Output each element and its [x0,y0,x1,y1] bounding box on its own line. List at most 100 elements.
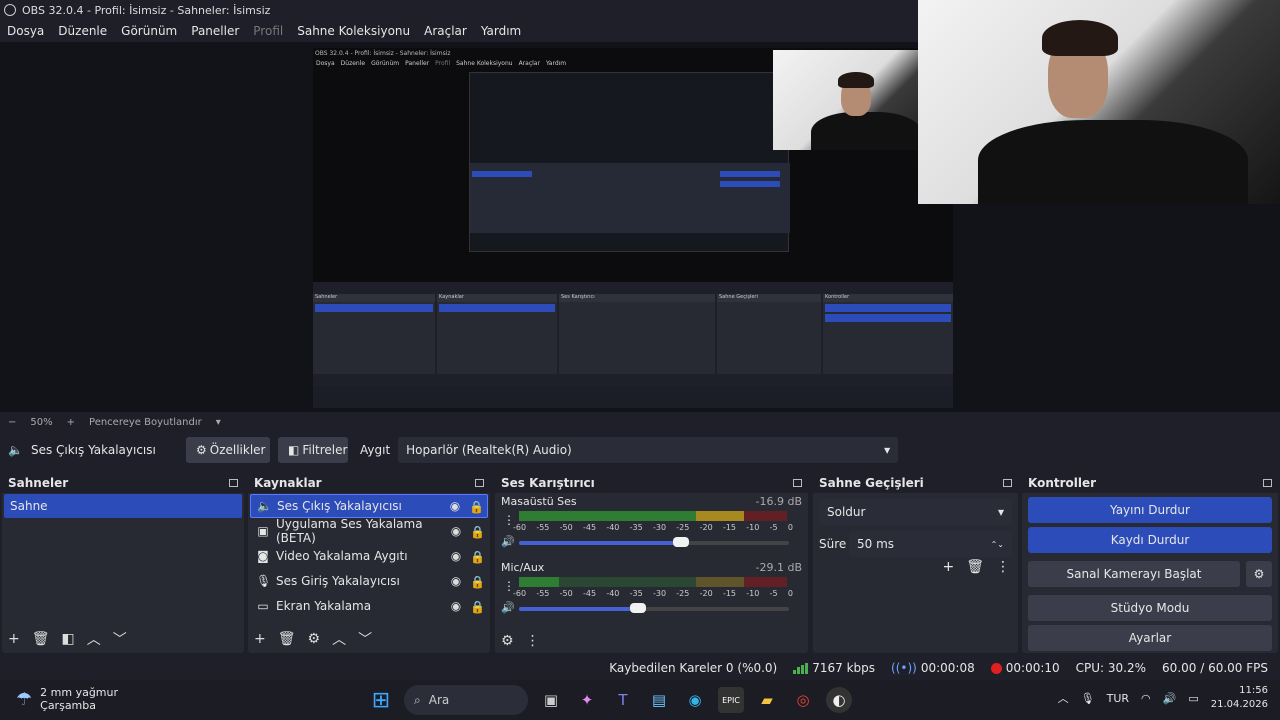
meter-tick-label: -40 [606,523,620,532]
zoom-in-button[interactable]: + [67,417,75,428]
lock-icon[interactable]: 🔒 [470,600,485,614]
recursive-selection [472,171,532,177]
taskbar-search[interactable]: ⌕ Ara [404,685,528,715]
language-indicator[interactable]: TUR [1107,692,1129,705]
chevron-up-icon[interactable]: ︿ [332,629,346,649]
scene-item[interactable]: Sahne [4,494,242,518]
chevron-up-icon[interactable]: ︿ [87,629,101,649]
device-select[interactable]: Hoparlör (Realtek(R) Audio) ▾ [398,437,899,463]
visibility-icon[interactable]: ◉ [448,599,464,613]
undock-icon[interactable] [1003,479,1012,487]
properties-button[interactable]: ⚙ Özellikler [186,437,270,463]
menu-docks[interactable]: Paneller [191,24,239,38]
source-item[interactable]: 🔈 Ses Çıkış Yakalayıcısı ◉ 🔒 [250,494,488,518]
menu-file[interactable]: Dosya [7,24,44,38]
source-item[interactable]: ▣ Uygulama Ses Yakalama (BETA) ◉ 🔒 [250,517,488,545]
source-item[interactable]: ◙ Video Yakalama Aygıtı ◉ 🔒 [250,544,488,568]
chrome-icon[interactable]: ◎ [790,687,816,713]
epic-games-icon[interactable]: EPIC [718,687,744,713]
trash-icon[interactable]: 🗑 [278,631,296,647]
menu-edit[interactable]: Düzenle [58,24,107,38]
trash-icon[interactable]: 🗑 [32,631,50,647]
menu-view[interactable]: Görünüm [121,24,177,38]
slider-handle[interactable] [673,537,689,547]
slider-handle[interactable] [629,603,646,613]
duration-spinbox[interactable]: 50 ms ⌃⌄ [849,531,1012,557]
meter-tick-label: -5 [769,589,778,598]
edge-icon[interactable]: ◉ [682,687,708,713]
volume-icon[interactable]: 🔊 [1163,692,1177,705]
microphone-icon[interactable]: 🎙 [1081,692,1095,705]
spin-arrows-icon[interactable]: ⌃⌄ [991,540,1004,549]
preview-canvas[interactable]: OBS 32.0.4 - Profil: İsimsiz - Sahneler:… [313,48,953,408]
windows-start-icon[interactable]: ⊞ [368,687,394,713]
file-explorer-icon[interactable]: ▰ [754,687,780,713]
volume-meter [519,577,787,587]
chevron-down-icon[interactable]: ▾ [216,417,221,428]
trash-icon[interactable]: 🗑 [966,559,984,575]
filters-button[interactable]: ◧ Filtreler [278,437,348,463]
undock-icon[interactable] [1263,479,1272,487]
more-icon[interactable]: ⋮ [996,559,1010,575]
visibility-icon[interactable]: ◉ [447,499,463,513]
lock-icon[interactable]: 🔒 [469,500,484,514]
menu-tools[interactable]: Araçlar [424,24,467,38]
teams-icon[interactable]: T [610,687,636,713]
lock-icon[interactable]: 🔒 [470,550,485,564]
visibility-icon[interactable]: ◉ [448,574,464,588]
notepad-icon[interactable]: ▤ [646,687,672,713]
chevron-up-icon[interactable]: ︿ [1058,690,1069,706]
gear-icon[interactable]: ⚙ [308,631,321,647]
chevron-down-icon[interactable]: ﹀ [113,629,127,649]
nested-menu-item: Sahne Koleksiyonu [456,60,513,67]
source-label: Ekran Yakalama [276,599,372,613]
search-label: Ara [428,693,450,707]
settings-button[interactable]: Ayarlar [1028,625,1272,651]
undock-icon[interactable] [475,479,484,487]
fit-to-window[interactable]: Pencereye Boyutlandır [89,417,202,428]
stop-streaming-button[interactable]: Yayını Durdur [1028,497,1272,523]
add-icon[interactable]: + [8,631,20,647]
lock-icon[interactable]: 🔒 [470,575,485,589]
speaker-icon[interactable]: 🔊 [501,535,515,548]
task-view-icon[interactable]: ▣ [538,687,564,713]
source-item[interactable]: ▭ Ekran Yakalama ◉ 🔒 [250,594,488,618]
obs-taskbar-icon[interactable]: ◐ [826,687,852,713]
scene-filters-icon[interactable]: ◧ [62,631,75,647]
copilot-icon[interactable]: ✦ [574,687,600,713]
menu-help[interactable]: Yardım [481,24,521,38]
studio-mode-button[interactable]: Stüdyo Modu [1028,595,1272,621]
virtual-camera-settings-icon[interactable]: ⚙ [1246,561,1272,587]
preview-area[interactable]: OBS 32.0.4 - Profil: İsimsiz - Sahneler:… [0,0,1280,412]
undock-icon[interactable] [793,479,802,487]
wifi-icon[interactable]: ◠ [1141,692,1151,705]
undock-icon[interactable] [229,479,238,487]
zoom-out-button[interactable]: − [8,417,16,428]
visibility-icon[interactable]: ◉ [448,524,464,538]
source-item[interactable]: 🎙 Ses Giriş Yakalayıcısı ◉ 🔒 [250,569,488,593]
weather-widget[interactable]: ☂ 2 mm yağmur Çarşamba [16,686,118,712]
speaker-icon[interactable]: 🔊 [501,601,515,614]
add-icon[interactable]: + [254,631,266,647]
battery-icon[interactable]: ▭ [1188,692,1198,705]
start-virtual-camera-button[interactable]: Sanal Kamerayı Başlat [1028,561,1240,587]
nested-menu: Dosya Düzenle Görünüm Paneller Profil Sa… [316,60,566,67]
chevron-down-icon[interactable]: ﹀ [358,629,372,649]
stop-recording-button[interactable]: Kaydı Durdur [1028,527,1272,553]
menu-scene-collection[interactable]: Sahne Koleksiyonu [297,24,410,38]
visibility-icon[interactable]: ◉ [448,549,464,563]
transition-select[interactable]: Soldur ▾ [819,499,1012,525]
clock[interactable]: 11:56 21.04.2026 [1211,684,1268,712]
meter-tick-label: 0 [787,523,793,532]
volume-slider[interactable] [519,537,789,547]
advanced-audio-icon[interactable]: ⚙ [501,633,514,649]
volume-slider[interactable] [519,603,789,613]
more-icon[interactable]: ⋮ [526,633,540,649]
add-icon[interactable]: + [942,559,954,575]
menu-profile[interactable]: Profil [253,24,283,38]
recursive-preview [469,72,790,252]
weather-day: Çarşamba [40,699,96,712]
taskbar-apps: ⊞ ⌕ Ara ▣ ✦ T ▤ ◉ EPIC ▰ ◎ ◐ [368,684,852,716]
channel-db: -16.9 dB [755,494,803,508]
lock-icon[interactable]: 🔒 [470,525,485,539]
